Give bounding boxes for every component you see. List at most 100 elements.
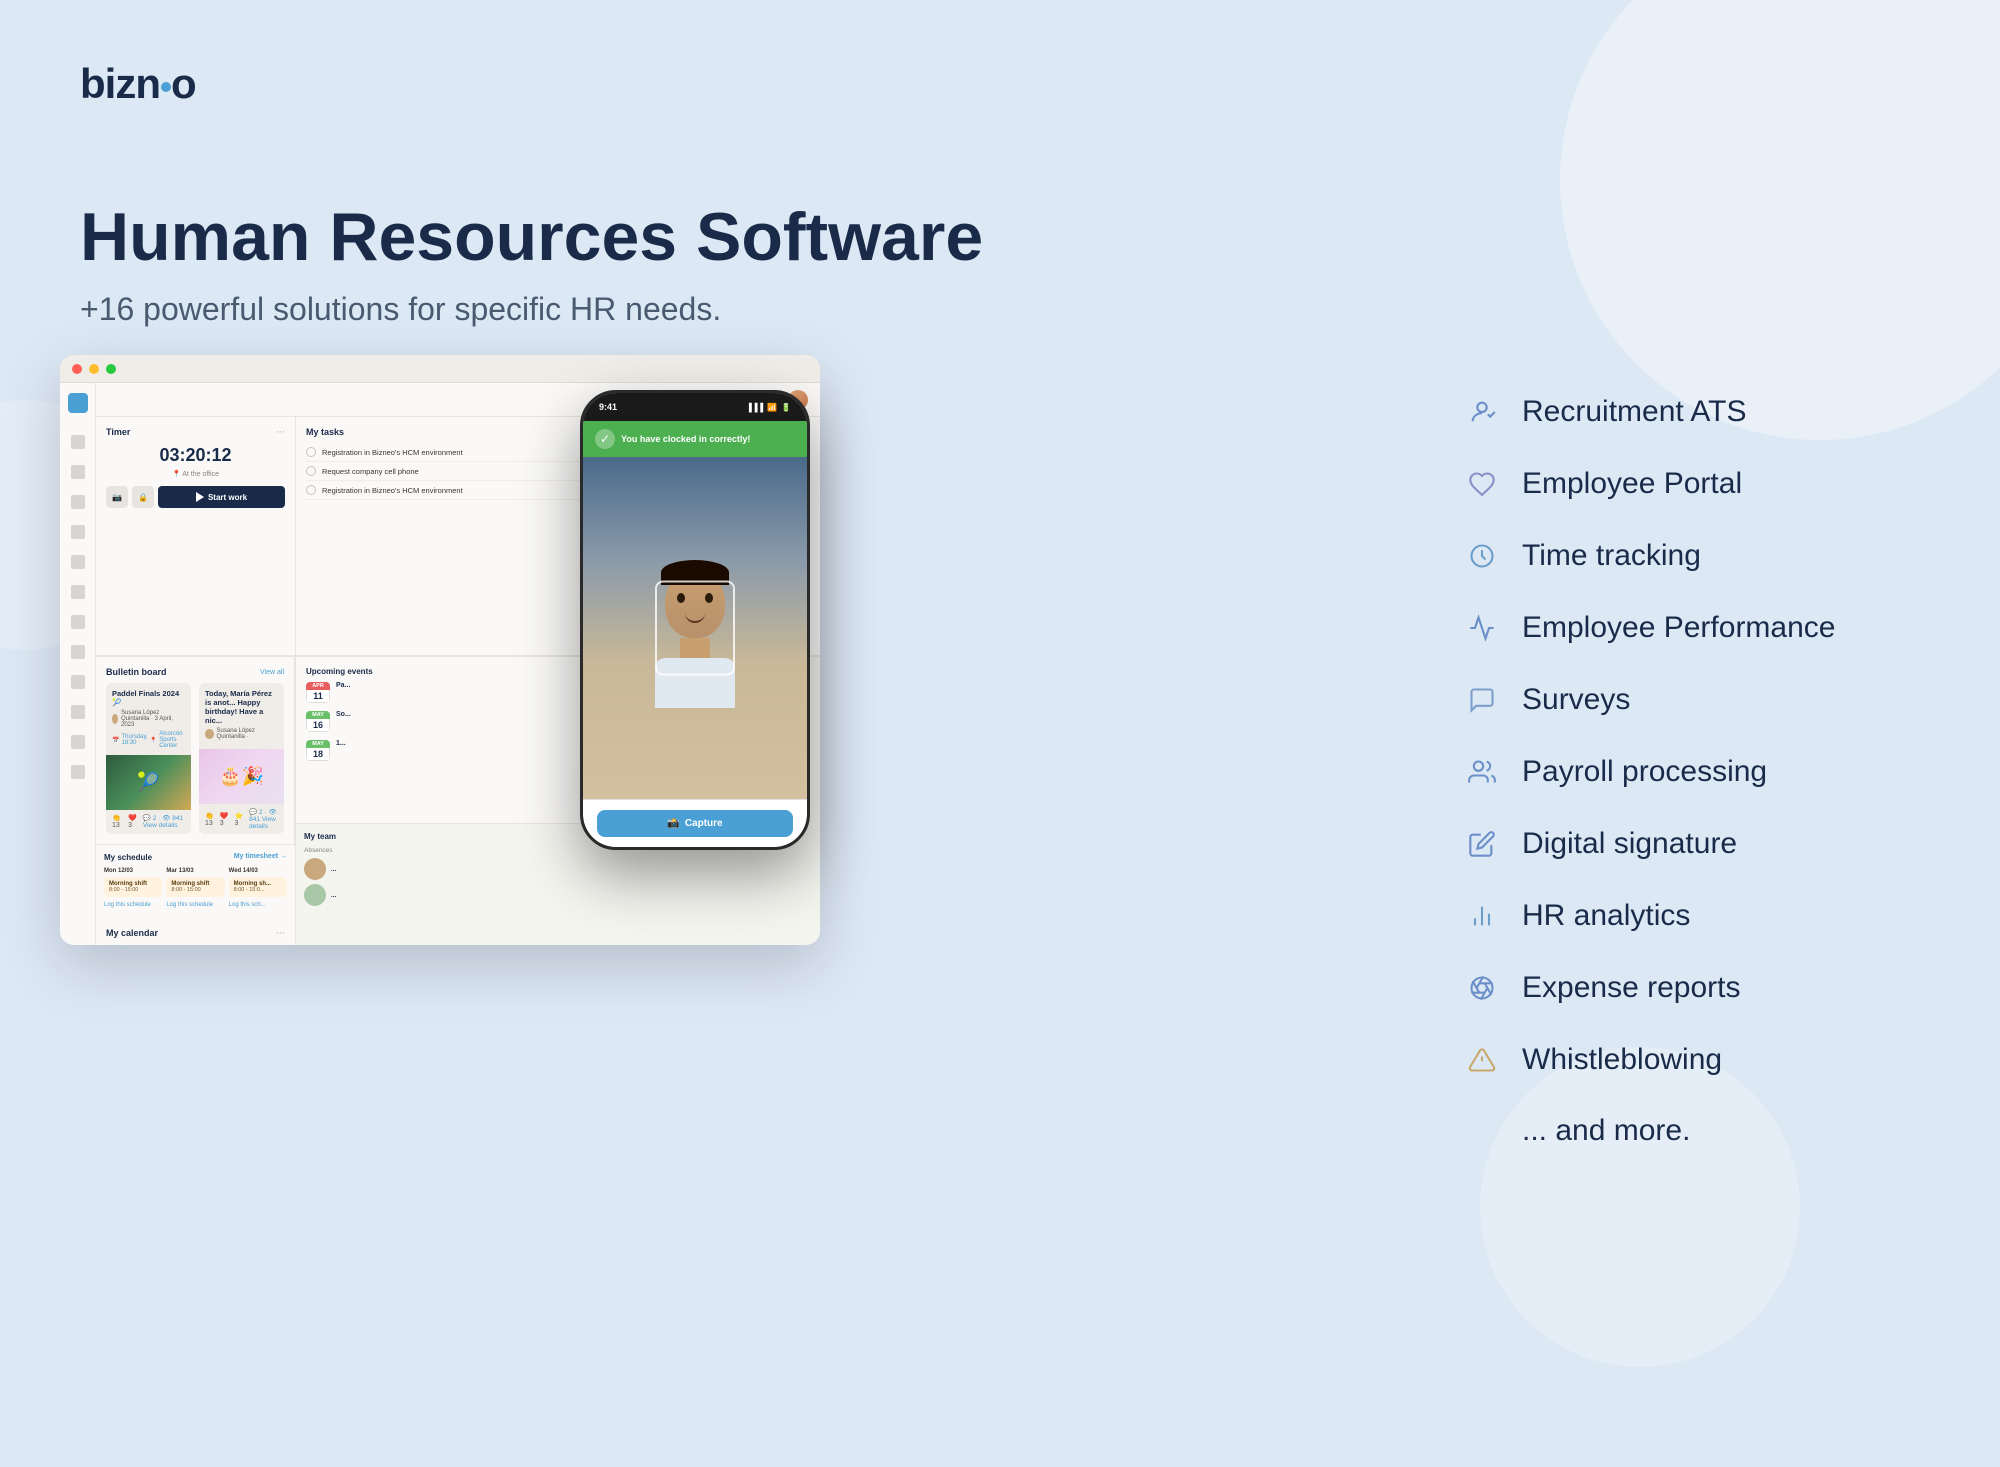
sidebar-icon-12[interactable] <box>71 765 85 779</box>
sidebar-icon-3[interactable] <box>71 495 85 509</box>
feature-label-surveys: Surveys <box>1522 683 1630 717</box>
bulletin-card-1-meta: Susana López Quintanilla · 3 April, 2023 <box>112 710 185 728</box>
event-badge-1: APR 11 <box>306 682 330 703</box>
bulletin-cards: Paddel Finals 2024 🎾 Susana López Quinta… <box>106 683 284 834</box>
payroll-icon <box>1460 750 1504 794</box>
timer-controls: 📷 🔒 Start work <box>106 486 285 508</box>
log-schedule-btn-1[interactable]: Log this schedule <box>104 900 162 910</box>
sidebar-icon-6[interactable] <box>71 585 85 599</box>
bulletin-image-1: 🎾 <box>106 755 191 810</box>
task-item-3: Registration in Bizneo's HCM environment… <box>306 481 619 500</box>
feature-label-analytics: HR analytics <box>1522 899 1690 933</box>
bulletin-card-2[interactable]: Today, María Pérez is anot... Happy birt… <box>199 683 284 834</box>
phone-status-bar: 9:41 ▐▐▐ 📶 🔋 <box>583 393 807 421</box>
absences-label: Absences <box>304 847 622 854</box>
middle-lower: Bulletin board View all Paddel Finals 20… <box>96 657 296 918</box>
pending-stat: ⏳ 3d Pending <box>152 944 188 945</box>
event-badge-3: MAY 18 <box>306 740 330 761</box>
start-work-button[interactable]: Start work <box>158 486 285 508</box>
sidebar-icon-4[interactable] <box>71 525 85 539</box>
hero-title: Human Resources Software <box>80 200 983 275</box>
bulletin-card-2-header: Today, María Pérez is anot... Happy birt… <box>199 683 284 749</box>
sidebar-icon-8[interactable] <box>71 645 85 659</box>
available-stat: 🏖️ 12d Available <box>106 944 144 945</box>
window-close[interactable] <box>72 364 82 374</box>
battery-icon: 🔋 <box>781 403 791 412</box>
sidebar-icon-1[interactable] <box>71 435 85 449</box>
bulletin-reaction-heart-1: ❤️ 3 <box>128 814 137 829</box>
event-item-3: MAY 18 1... <box>306 740 620 761</box>
features-list: Recruitment ATS Employee Portal Time tra… <box>1460 390 1920 1176</box>
event-item-1: APR 11 Pa... <box>306 682 620 703</box>
timer-panel-title: Timer ··· <box>106 427 285 437</box>
sidebar-icon-10[interactable] <box>71 705 85 719</box>
feature-label-expenses: Expense reports <box>1522 971 1740 1005</box>
hero-subtitle: +16 powerful solutions for specific HR n… <box>80 291 983 328</box>
schedule-col-3: Wed 14/03 Morning sh... 8:00 - 15:0... L… <box>229 868 287 910</box>
feature-item-whistleblowing: Whistleblowing <box>1460 1038 1920 1082</box>
bulletin-title: Bulletin board <box>106 667 167 677</box>
wifi-icon: 📶 <box>767 403 777 412</box>
timesheet-link[interactable]: My timesheet → <box>234 853 287 862</box>
feature-label-payroll: Payroll processing <box>1522 755 1767 789</box>
log-schedule-btn-3[interactable]: Log this sch... <box>229 900 287 910</box>
feature-item-signature: Digital signature <box>1460 822 1920 866</box>
timer-location: 📍 At the office <box>106 470 285 478</box>
feature-item-analytics: HR analytics <box>1460 894 1920 938</box>
timer-lock-button[interactable]: 🔒 <box>132 486 154 508</box>
window-maximize[interactable] <box>106 364 116 374</box>
task-checkbox-1[interactable] <box>306 447 316 457</box>
team-name-2: ... <box>331 892 622 899</box>
bulletin-comments-2: 💬 2 · 👁 841 View details <box>249 808 278 830</box>
bg-decoration-top <box>1560 0 2000 440</box>
schedule-title-row: My schedule My timesheet → <box>104 853 287 862</box>
play-icon <box>196 492 204 502</box>
sidebar-icon-9[interactable] <box>71 675 85 689</box>
schedule-shift-2: Morning shift 8:00 - 15:00 <box>166 877 224 897</box>
phone-notch-pill <box>668 397 723 413</box>
team-member-1: ... <box>304 858 622 880</box>
bulletin-view-all[interactable]: View all <box>260 669 284 676</box>
calendar-menu-icon: ··· <box>276 928 285 938</box>
schedule-col-header-1: Mon 12/03 <box>104 868 162 874</box>
and-more-text: ... and more. <box>1522 1114 1690 1148</box>
feature-item-portal: Employee Portal <box>1460 462 1920 506</box>
team-panel: My team Absences ... ... <box>296 824 630 918</box>
window-minimize[interactable] <box>89 364 99 374</box>
team-name-1: ... <box>331 866 622 873</box>
feature-label-performance: Employee Performance <box>1522 611 1835 645</box>
available-days: 12d <box>120 944 144 945</box>
schedule-shift-time-2: 8:00 - 15:00 <box>171 887 219 893</box>
bulletin-author-avatar-2 <box>205 729 214 739</box>
bulletin-comments-1: 💬 2 · 👁 841 View details <box>143 814 185 829</box>
calendar-title-text: My calendar <box>106 928 158 938</box>
bulletin-location-1: 📅 Thursday, 18:30 📍 Alcorcón Sports Cent… <box>112 731 185 749</box>
sidebar-icon-7[interactable] <box>71 615 85 629</box>
schedule-title: My schedule <box>104 853 152 862</box>
schedule-col-header-3: Wed 14/03 <box>229 868 287 874</box>
feature-label-portal: Employee Portal <box>1522 467 1742 501</box>
bulletin-footer-1: 👏 13 ❤️ 3 💬 2 · 👁 841 View details <box>106 810 191 833</box>
bulletin-author-1: Susana López Quintanilla · 3 April, 2023 <box>121 710 185 728</box>
timer-menu-icon: ··· <box>276 427 285 437</box>
bulletin-card-1[interactable]: Paddel Finals 2024 🎾 Susana López Quinta… <box>106 683 191 834</box>
phone-mockup: 9:41 ▐▐▐ 📶 🔋 ✓ You have clocked in corre… <box>580 390 810 850</box>
timer-photo-button[interactable]: 📷 <box>106 486 128 508</box>
capture-button[interactable]: 📸 Capture <box>597 810 793 837</box>
task-item-2: Request company cell phone ↩ Undo <box>306 462 619 481</box>
sidebar-icon-11[interactable] <box>71 735 85 749</box>
signal-icon: ▐▐▐ <box>746 403 763 412</box>
schedule-shift-time-3: 8:00 - 15:0... <box>234 887 282 893</box>
logo: bizno <box>80 60 196 108</box>
sidebar-icon-5[interactable] <box>71 555 85 569</box>
task-checkbox-2[interactable] <box>306 466 316 476</box>
performance-icon <box>1460 606 1504 650</box>
log-schedule-btn-2[interactable]: Log this schedule <box>166 900 224 910</box>
sidebar-icon-2[interactable] <box>71 465 85 479</box>
task-checkbox-3[interactable] <box>306 485 316 495</box>
schedule-shift-time-1: 8:00 - 15:00 <box>109 887 157 893</box>
window-chrome <box>60 355 820 383</box>
bulletin-reaction-emoji-2: 👏 13 <box>205 812 214 827</box>
analytics-icon <box>1460 894 1504 938</box>
bulletin-author-2: Susana López Quintanilla · <box>217 728 278 740</box>
